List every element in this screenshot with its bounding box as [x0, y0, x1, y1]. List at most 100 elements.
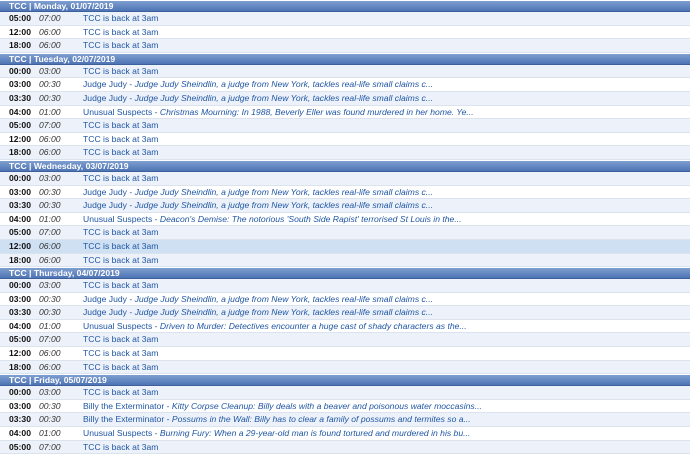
programme-cell: Judge Judy - Judge Judy Sheindlin, a jud… [83, 293, 690, 306]
schedule-row[interactable]: 12:00 06:00 TCC is back at 3am [0, 239, 690, 254]
schedule-row[interactable]: 00:00 03:00 TCC is back at 3am [0, 279, 690, 293]
start-time: 03:30 [9, 92, 31, 103]
programme-cell: TCC is back at 3am [83, 65, 690, 78]
programme-title-link[interactable]: Judge Judy [83, 93, 127, 103]
programme-title-link[interactable]: TCC is back at 3am [83, 13, 158, 23]
programme-title-link[interactable]: TCC is back at 3am [83, 227, 158, 237]
programme-title-link[interactable]: Judge Judy [83, 79, 127, 89]
programme-cell: TCC is back at 3am [83, 361, 690, 374]
duration: 06:00 [39, 40, 61, 51]
tv-schedule: TCC | Monday, 01/07/2019 05:00 07:00 TCC is… [0, 0, 690, 454]
episode-description: Christmas Mourning: In 1988, Beverly Ell… [159, 106, 474, 117]
start-time: 05:00 [9, 334, 31, 345]
title-separator: - [164, 400, 172, 411]
schedule-row[interactable]: 12:00 06:00 TCC is back at 3am [0, 132, 690, 147]
programme-title-link[interactable]: TCC is back at 3am [83, 120, 158, 130]
schedule-row[interactable]: 18:00 06:00 TCC is back at 3am [0, 146, 690, 160]
programme-title-link[interactable]: TCC is back at 3am [83, 387, 158, 397]
programme-title-link[interactable]: TCC is back at 3am [83, 442, 158, 452]
programme-title-link[interactable]: TCC is back at 3am [83, 334, 158, 344]
schedule-row[interactable]: 18:00 06:00 TCC is back at 3am [0, 39, 690, 53]
schedule-row[interactable]: 04:00 01:00 Unusual Suspects - Burning Fur… [0, 427, 690, 441]
programme-title-link[interactable]: Judge Judy [83, 294, 127, 304]
duration: 07:00 [39, 227, 61, 238]
schedule-row[interactable]: 03:00 00:30 Judge Judy - Judge Judy Sheind… [0, 78, 690, 92]
programme-title-link[interactable]: Billy the Exterminator [83, 401, 164, 411]
schedule-row[interactable]: 05:00 07:00 TCC is back at 3am [0, 226, 690, 240]
start-time: 04:00 [9, 106, 31, 117]
programme-title-link[interactable]: Unusual Suspects [83, 214, 152, 224]
schedule-row[interactable]: 00:00 03:00 TCC is back at 3am [0, 386, 690, 400]
day-header: TCC | Monday, 01/07/2019 [0, 0, 690, 12]
programme-title-link[interactable]: TCC is back at 3am [83, 134, 158, 144]
episode-description: Judge Judy Sheindlin, a judge from New Y… [134, 307, 433, 318]
schedule-row[interactable]: 03:00 00:30 Judge Judy - Judge Judy Sheind… [0, 292, 690, 307]
programme-title-link[interactable]: TCC is back at 3am [83, 147, 158, 157]
programme-title-link[interactable]: Judge Judy [83, 307, 127, 317]
schedule-row[interactable]: 05:00 07:00 TCC is back at 3am [0, 12, 690, 26]
schedule-row[interactable]: 18:00 06:00 TCC is back at 3am [0, 253, 690, 268]
duration: 00:30 [39, 307, 61, 318]
start-time: 00:00 [9, 280, 31, 291]
start-time: 18:00 [9, 361, 31, 372]
schedule-row[interactable]: 00:00 03:00 TCC is back at 3am [0, 171, 690, 186]
start-time: 18:00 [9, 40, 31, 51]
schedule-row[interactable]: 04:00 01:00 Unusual Suspects - Deacon's De… [0, 212, 690, 227]
programme-title-link[interactable]: TCC is back at 3am [83, 66, 158, 76]
episode-description: Deacon's Demise: The notorious 'South Si… [159, 213, 462, 224]
schedule-row[interactable]: 03:30 00:30 Judge Judy - Judge Judy Sheind… [0, 306, 690, 320]
episode-description: Kitty Corpse Cleanup: Billy deals with a… [171, 400, 482, 411]
programme-title-link[interactable]: Judge Judy [83, 200, 127, 210]
schedule-row[interactable]: 05:00 07:00 TCC is back at 3am [0, 119, 690, 133]
schedule-row[interactable]: 04:00 01:00 Unusual Suspects - Driven to M… [0, 319, 690, 334]
episode-description: Possums in the Wall: Billy has to clear … [171, 414, 471, 425]
schedule-row[interactable]: 12:00 06:00 TCC is back at 3am [0, 347, 690, 361]
schedule-row[interactable]: 00:00 03:00 TCC is back at 3am [0, 64, 690, 79]
duration: 01:00 [39, 428, 61, 439]
programme-cell: Judge Judy - Judge Judy Sheindlin, a jud… [83, 306, 690, 319]
start-time: 00:00 [9, 172, 31, 183]
schedule-row[interactable]: 12:00 06:00 TCC is back at 3am [0, 25, 690, 40]
programme-title-link[interactable]: TCC is back at 3am [83, 255, 158, 265]
duration: 06:00 [39, 348, 61, 359]
schedule-row[interactable]: 03:30 00:30 Judge Judy - Judge Judy Sheind… [0, 91, 690, 106]
title-separator: - [152, 320, 160, 331]
schedule-row[interactable]: 05:00 07:00 TCC is back at 3am [0, 333, 690, 348]
start-time: 18:00 [9, 254, 31, 265]
schedule-row[interactable]: 03:00 00:30 Billy the Exterminator - Kitty… [0, 399, 690, 414]
duration: 00:30 [39, 186, 61, 197]
start-time: 12:00 [9, 26, 31, 37]
schedule-row[interactable]: 03:30 00:30 Judge Judy - Judge Judy Sheind… [0, 199, 690, 213]
start-time: 18:00 [9, 147, 31, 158]
duration: 06:00 [39, 133, 61, 144]
programme-cell: TCC is back at 3am [83, 12, 690, 25]
programme-title-link[interactable]: Billy the Exterminator [83, 414, 164, 424]
schedule-row[interactable]: 03:00 00:30 Judge Judy - Judge Judy Sheind… [0, 185, 690, 200]
programme-title-link[interactable]: Unusual Suspects [83, 428, 152, 438]
start-time: 12:00 [9, 133, 31, 144]
programme-title-link[interactable]: TCC is back at 3am [83, 40, 158, 50]
programme-title-link[interactable]: TCC is back at 3am [83, 362, 158, 372]
duration: 06:00 [39, 254, 61, 265]
schedule-row[interactable]: 18:00 06:00 TCC is back at 3am [0, 360, 690, 375]
programme-title-link[interactable]: Unusual Suspects [83, 107, 152, 117]
episode-description: Driven to Murder: Detectives encounter a… [159, 320, 467, 331]
schedule-row[interactable]: 04:00 01:00 Unusual Suspects - Christmas M… [0, 105, 690, 120]
programme-title-link[interactable]: TCC is back at 3am [83, 241, 158, 251]
programme-title-link[interactable]: Judge Judy [83, 187, 127, 197]
schedule-row[interactable]: 03:30 00:30 Billy the Exterminator - Possu… [0, 413, 690, 428]
duration: 03:00 [39, 65, 61, 76]
programme-cell: TCC is back at 3am [83, 146, 690, 159]
start-time: 03:30 [9, 307, 31, 318]
programme-title-link[interactable]: TCC is back at 3am [83, 348, 158, 358]
schedule-row[interactable]: 05:00 07:00 TCC is back at 3am [0, 440, 690, 454]
duration: 06:00 [39, 240, 61, 251]
programme-title-link[interactable]: TCC is back at 3am [83, 27, 158, 37]
programme-cell: Judge Judy - Judge Judy Sheindlin, a jud… [83, 92, 690, 105]
programme-cell: TCC is back at 3am [83, 133, 690, 146]
programme-title-link[interactable]: TCC is back at 3am [83, 280, 158, 290]
title-separator: - [126, 92, 135, 103]
programme-title-link[interactable]: TCC is back at 3am [83, 173, 158, 183]
programme-title-link[interactable]: Unusual Suspects [83, 321, 152, 331]
title-separator: - [152, 428, 160, 439]
